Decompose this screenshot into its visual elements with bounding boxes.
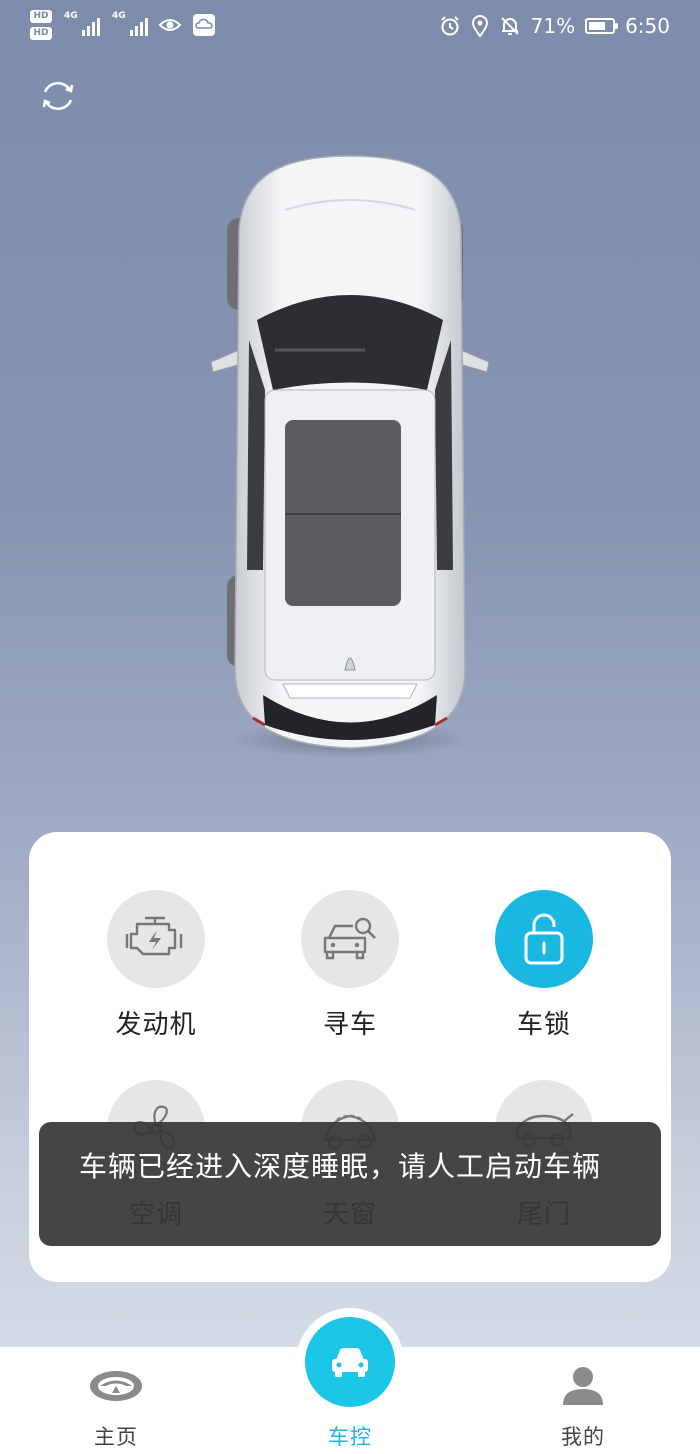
hd-badges: HD HD xyxy=(30,10,52,40)
battery-icon xyxy=(585,18,619,34)
lock-control[interactable]: 车锁 xyxy=(464,890,624,1041)
toast-text: 车辆已经进入深度睡眠，请人工启动车辆 xyxy=(79,1150,602,1183)
eye-icon xyxy=(158,19,182,31)
car-top-view-image xyxy=(210,155,490,758)
tab-control-label: 车控 xyxy=(328,1425,372,1449)
car-control-fab[interactable] xyxy=(296,1308,404,1416)
tab-mine[interactable]: 我的 xyxy=(513,1347,653,1454)
refresh-icon[interactable] xyxy=(38,76,78,116)
lock-label: 车锁 xyxy=(516,1010,571,1040)
car-control-fab-button[interactable] xyxy=(305,1317,395,1407)
car-icon xyxy=(332,1348,368,1377)
signal-1-icon: 4G xyxy=(64,11,100,36)
toast-message: 车辆已经进入深度睡眠，请人工启动车辆 xyxy=(39,1122,661,1246)
engine-control[interactable]: 发动机 xyxy=(76,890,236,1041)
engine-button[interactable] xyxy=(107,890,205,988)
unlock-icon xyxy=(524,913,564,965)
user-icon xyxy=(563,1367,603,1405)
tab-home-label: 主页 xyxy=(94,1425,138,1449)
clock: 6:50 xyxy=(625,14,670,38)
find-car-icon xyxy=(323,917,376,960)
find-car-button[interactable] xyxy=(301,890,399,988)
hd-badge-2: HD xyxy=(30,27,52,40)
brand-logo-icon xyxy=(90,1371,142,1401)
alarm-icon xyxy=(440,16,459,36)
tab-mine-label: 我的 xyxy=(561,1425,605,1449)
signal-2-icon: 4G xyxy=(112,11,148,36)
engine-icon xyxy=(125,916,183,956)
cloud-icon xyxy=(193,14,215,36)
status-bar: HD HD 4G 4G 71% 6:50 xyxy=(0,0,700,56)
battery-percent: 71% xyxy=(530,14,576,38)
hd-badge-1: HD xyxy=(30,10,52,23)
location-icon xyxy=(471,15,488,37)
find-car-control[interactable]: 寻车 xyxy=(270,890,430,1041)
tab-home[interactable]: 主页 xyxy=(46,1347,186,1454)
engine-label: 发动机 xyxy=(115,1010,197,1040)
lock-button[interactable] xyxy=(495,890,593,988)
bell-off-icon xyxy=(500,17,519,35)
find-car-label: 寻车 xyxy=(322,1010,377,1040)
